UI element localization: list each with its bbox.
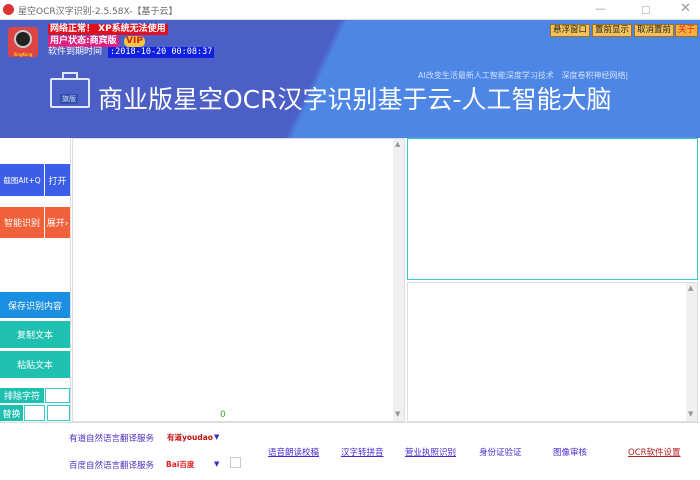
- replace-to-input[interactable]: [47, 405, 70, 421]
- cancel-front-button[interactable]: 取消置前: [634, 24, 675, 37]
- banner-title: 商业版星空OCR汉字识别基于云-人工智能大脑: [98, 85, 612, 114]
- paste-button[interactable]: 粘贴文本: [0, 351, 70, 378]
- result-text-area[interactable]: [72, 138, 405, 422]
- recognize-button[interactable]: 智能识别: [0, 207, 44, 238]
- youdao-logo: 有道youdao: [167, 433, 213, 442]
- translate-checkbox[interactable]: [230, 457, 241, 468]
- close-button[interactable]: ✕: [680, 1, 691, 16]
- exclude-label: 排除字符: [0, 388, 44, 403]
- capture-button[interactable]: 截图Alt+Q: [0, 164, 44, 196]
- bring-front-button[interactable]: 置前显示: [592, 24, 633, 37]
- open-button[interactable]: 打开: [45, 164, 70, 196]
- window-title: 星空OCR汉字识别-2.5.58X-【基于云】: [18, 7, 178, 17]
- baidu-dropdown-icon[interactable]: ▼: [214, 460, 219, 468]
- expand-button[interactable]: 展开›: [45, 207, 70, 238]
- text-scrollbar[interactable]: [393, 139, 404, 421]
- minimize-button[interactable]: —: [595, 2, 606, 15]
- youdao-label: 有道自然语言翻译服务: [69, 434, 155, 444]
- link-ocr-settings[interactable]: OCR软件设置: [628, 446, 681, 458]
- scroll-up-icon[interactable]: ▲: [395, 140, 400, 148]
- user-status: 用户状态:商宾版: [48, 36, 119, 47]
- link-license-ocr[interactable]: 营业执照识别: [405, 446, 456, 458]
- replace-from-input[interactable]: [24, 405, 45, 421]
- scroll-down-icon[interactable]: ▼: [688, 410, 693, 418]
- baidu-label: 百度自然语言翻译服务: [69, 461, 155, 471]
- link-pinyin[interactable]: 汉字转拼音: [341, 446, 384, 458]
- exclude-input[interactable]: [45, 388, 70, 403]
- network-status: 网络正常！ XP系统无法使用: [48, 24, 168, 35]
- link-id-verify[interactable]: 身份证验证: [479, 446, 522, 458]
- float-window-button[interactable]: 悬浮窗口: [550, 24, 591, 37]
- link-image-review[interactable]: 图像审核: [553, 446, 587, 458]
- youdao-dropdown-icon[interactable]: ▼: [214, 433, 219, 441]
- app-icon: [3, 4, 14, 15]
- scroll-up-icon[interactable]: ▲: [688, 284, 693, 292]
- vip-badge: VIP: [124, 36, 145, 47]
- copy-button[interactable]: 复制文本: [0, 321, 70, 348]
- scroll-down-icon[interactable]: ▼: [395, 410, 400, 418]
- translation-area[interactable]: [407, 282, 698, 422]
- translation-scrollbar[interactable]: [686, 283, 697, 421]
- briefcase-icon: 旗版: [50, 78, 90, 108]
- logo: XingKong: [8, 27, 38, 57]
- save-button[interactable]: 保存识别内容: [0, 292, 70, 318]
- char-count: 0: [220, 410, 226, 420]
- replace-label: 替换: [0, 405, 23, 421]
- about-button[interactable]: 关于: [675, 24, 699, 37]
- image-preview: [407, 138, 698, 280]
- link-voice-read[interactable]: 语音朗读校稿: [268, 446, 319, 458]
- expiry-value: :2018-10-20 00:08:37: [108, 47, 215, 58]
- expiry-label: 软件到期时间: [48, 47, 103, 57]
- banner: XingKong 网络正常！ XP系统无法使用 用户状态:商宾版 VIP 软件到…: [0, 20, 700, 138]
- title-bar: 星空OCR汉字识别-2.5.58X-【基于云】 — ✕: [0, 0, 700, 20]
- baidu-logo: Bai百度: [166, 460, 195, 469]
- maximize-button[interactable]: [642, 6, 650, 14]
